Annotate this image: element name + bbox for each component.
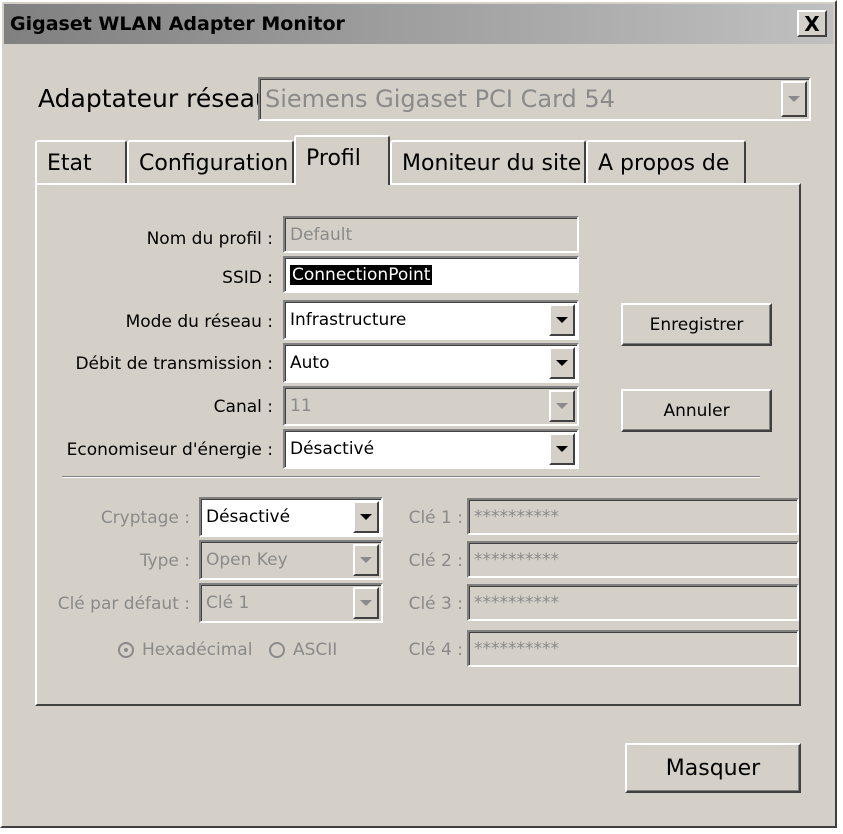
default-key-value: Clé 1 <box>206 593 250 613</box>
chevron-down-icon[interactable] <box>353 587 379 619</box>
separator <box>62 476 760 478</box>
tab-profil-label: Profil <box>306 146 361 171</box>
channel-value: 11 <box>290 396 312 416</box>
network-mode-select[interactable]: Infrastructure <box>283 300 579 340</box>
encryption-select[interactable]: Désactivé <box>199 497 383 537</box>
transmission-rate-value: Auto <box>290 353 330 373</box>
profile-name-field[interactable]: Default <box>283 216 579 253</box>
tab-configuration-label: Configuration <box>139 151 289 176</box>
chevron-down-icon[interactable] <box>549 347 575 379</box>
save-button-label: Enregistrer <box>649 314 744 335</box>
cancel-button-label: Annuler <box>663 400 730 421</box>
network-mode-label: Mode du réseau : <box>125 312 273 332</box>
tab-etat[interactable]: Etat <box>35 140 127 185</box>
adapter-select-value: Siemens Gigaset PCI Card 54 <box>265 85 615 113</box>
chevron-down-icon[interactable] <box>353 501 379 533</box>
hide-button-label: Masquer <box>665 755 761 781</box>
chevron-down-icon[interactable] <box>549 390 575 422</box>
key4-value: ********** <box>474 638 559 659</box>
key1-label: Clé 1 : <box>408 508 463 528</box>
close-button[interactable]: X <box>797 10 827 37</box>
key4-field[interactable]: ********** <box>467 630 799 667</box>
title-bar[interactable]: Gigaset WLAN Adapter Monitor X <box>4 4 833 44</box>
encryption-label: Cryptage : <box>100 508 190 528</box>
hide-button[interactable]: Masquer <box>625 743 801 793</box>
chevron-down-icon[interactable] <box>549 433 575 465</box>
type-label: Type : <box>139 551 190 571</box>
key3-label: Clé 3 : <box>408 594 463 614</box>
ascii-label: ASCII <box>293 640 338 660</box>
key3-field[interactable]: ********** <box>467 584 799 621</box>
power-saver-select[interactable]: Désactivé <box>283 429 579 469</box>
transmission-rate-select[interactable]: Auto <box>283 343 579 383</box>
type-value: Open Key <box>206 550 288 570</box>
ssid-value: ConnectionPoint <box>290 264 433 285</box>
network-mode-value: Infrastructure <box>290 310 407 330</box>
profile-name-value: Default <box>290 224 353 245</box>
power-saver-value: Désactivé <box>290 439 375 459</box>
profile-name-label: Nom du profil : <box>146 229 273 249</box>
tab-profil[interactable]: Profil <box>294 135 390 185</box>
default-key-label: Clé par défaut : <box>57 594 190 614</box>
default-key-select[interactable]: Clé 1 <box>199 583 383 623</box>
tab-moniteur-du-site[interactable]: Moniteur du site <box>390 140 586 185</box>
key4-label: Clé 4 : <box>408 640 463 660</box>
chevron-down-icon[interactable] <box>549 304 575 336</box>
tab-a-propos-label: A propos de <box>598 151 730 176</box>
key3-value: ********** <box>474 592 559 613</box>
ssid-label: SSID : <box>222 268 273 288</box>
chevron-down-icon[interactable] <box>781 81 807 117</box>
type-select[interactable]: Open Key <box>199 540 383 580</box>
key2-label: Clé 2 : <box>408 551 463 571</box>
key2-value: ********** <box>474 549 559 570</box>
window-title: Gigaset WLAN Adapter Monitor <box>10 13 345 35</box>
encryption-value: Désactivé <box>206 507 291 527</box>
chevron-down-icon[interactable] <box>353 544 379 576</box>
ascii-radio[interactable] <box>269 642 285 658</box>
channel-label: Canal : <box>213 397 273 417</box>
key1-field[interactable]: ********** <box>467 498 799 535</box>
transmission-rate-label: Débit de transmission : <box>75 354 273 374</box>
key1-value: ********** <box>474 506 559 527</box>
tab-moniteur-label: Moniteur du site <box>402 151 582 176</box>
tab-configuration[interactable]: Configuration <box>127 140 294 185</box>
adapter-label: Adaptateur réseau <box>38 84 271 113</box>
power-saver-label: Economiseur d'énergie : <box>66 440 273 460</box>
key2-field[interactable]: ********** <box>467 541 799 578</box>
ssid-field[interactable]: ConnectionPoint <box>283 256 579 293</box>
tab-etat-label: Etat <box>47 151 92 176</box>
channel-select[interactable]: 11 <box>283 386 579 426</box>
tab-a-propos[interactable]: A propos de <box>586 140 746 185</box>
cancel-button[interactable]: Annuler <box>621 389 772 432</box>
hex-label: Hexadécimal <box>142 640 253 660</box>
hex-radio[interactable] <box>118 642 134 658</box>
adapter-select[interactable]: Siemens Gigaset PCI Card 54 <box>258 77 811 121</box>
save-button[interactable]: Enregistrer <box>621 303 772 346</box>
close-icon: X <box>804 11 820 36</box>
